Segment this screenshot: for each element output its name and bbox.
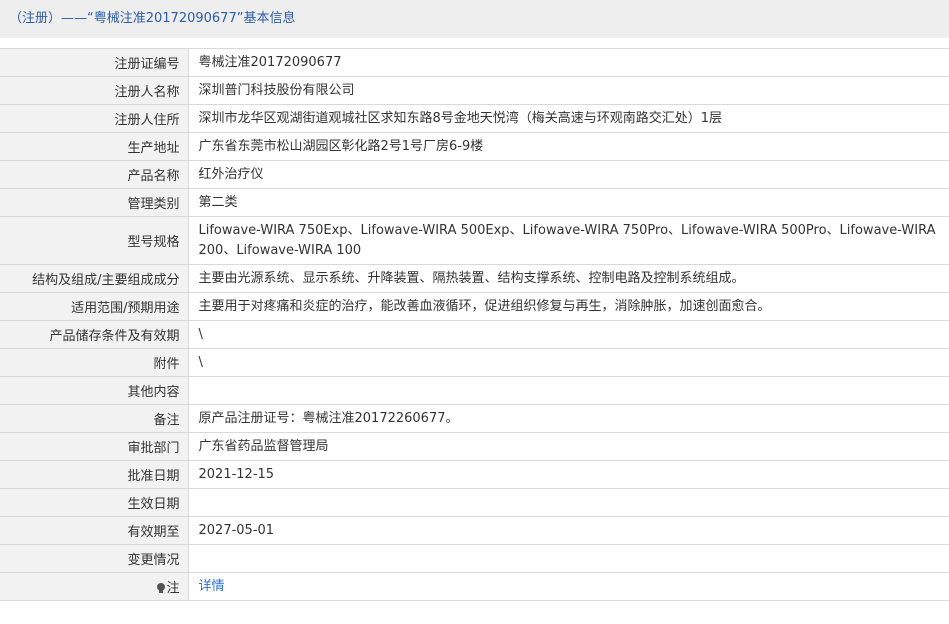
table-row: 适用范围/预期用途 主要用于对疼痛和炎症的治疗，能改善血液循环，促进组织修复与再生…	[0, 292, 949, 321]
row-value: 广东省东莞市松山湖园区彰化路2号1号厂房6-9楼	[188, 132, 949, 161]
row-label: 有效期至	[0, 516, 189, 545]
info-table-container: 注册证编号 粤械注准20172090677 注册人名称 深圳普门科技股份有限公司 注…	[0, 48, 949, 601]
row-label: 适用范围/预期用途	[0, 292, 189, 321]
row-value: 原产品注册证号：粤械注准20172260677。	[188, 404, 949, 433]
table-row: 附件 \	[0, 348, 949, 377]
table-row: 备注 原产品注册证号：粤械注准20172260677。	[0, 404, 949, 433]
row-label: 注册证编号	[0, 48, 189, 77]
row-value: 第二类	[188, 188, 949, 217]
row-label: 生效日期	[0, 488, 189, 517]
row-label: 型号规格	[0, 216, 189, 265]
row-value: Lifowave-WIRA 750Exp、Lifowave-WIRA 500Ex…	[188, 216, 949, 265]
table-row: 结构及组成/主要组成成分 主要由光源系统、显示系统、升降装置、隔热装置、结构支撑系…	[0, 264, 949, 293]
row-label: 管理类别	[0, 188, 189, 217]
row-label: 结构及组成/主要组成成分	[0, 264, 189, 293]
page-title: （注册）——“粤械注准20172090677”基本信息	[0, 0, 949, 38]
row-value: \	[188, 320, 949, 349]
row-label: 附件	[0, 348, 189, 377]
note-label: 注	[166, 581, 180, 596]
table-row: 审批部门 广东省药品监督管理局	[0, 432, 949, 461]
row-value: \	[188, 348, 949, 377]
table-row: 注册人住所 深圳市龙华区观湖街道观城社区求知东路8号金地天悦湾（梅关高速与环观南路…	[0, 104, 949, 133]
table-row-note: 注 详情	[0, 572, 949, 601]
table-row: 变更情况	[0, 544, 949, 573]
table-row: 型号规格 Lifowave-WIRA 750Exp、Lifowave-WIRA 5…	[0, 216, 949, 265]
table-row: 生效日期	[0, 488, 949, 517]
lightbulb-icon	[157, 583, 166, 593]
note-label-cell: 注	[0, 572, 189, 601]
table-row: 产品名称 红外治疗仪	[0, 160, 949, 189]
info-table: 注册证编号 粤械注准20172090677 注册人名称 深圳普门科技股份有限公司 注…	[0, 48, 949, 601]
row-value: 粤械注准20172090677	[188, 48, 949, 77]
table-row: 生产地址 广东省东莞市松山湖园区彰化路2号1号厂房6-9楼	[0, 132, 949, 161]
row-label: 产品储存条件及有效期	[0, 320, 189, 349]
row-label: 备注	[0, 404, 189, 433]
row-label: 变更情况	[0, 544, 189, 573]
details-link[interactable]: 详情	[199, 579, 225, 594]
row-label: 注册人住所	[0, 104, 189, 133]
row-value: 深圳普门科技股份有限公司	[188, 76, 949, 105]
table-row: 注册证编号 粤械注准20172090677	[0, 48, 949, 77]
row-value: 2027-05-01	[188, 516, 949, 545]
row-label: 产品名称	[0, 160, 189, 189]
row-label: 注册人名称	[0, 76, 189, 105]
table-row: 管理类别 第二类	[0, 188, 949, 217]
row-value	[188, 488, 949, 517]
row-label: 生产地址	[0, 132, 189, 161]
row-value: 广东省药品监督管理局	[188, 432, 949, 461]
row-value	[188, 544, 949, 573]
row-value: 主要由光源系统、显示系统、升降装置、隔热装置、结构支撑系统、控制电路及控制系统组…	[188, 264, 949, 293]
row-label: 审批部门	[0, 432, 189, 461]
row-value	[188, 376, 949, 405]
row-label: 批准日期	[0, 460, 189, 489]
table-row: 注册人名称 深圳普门科技股份有限公司	[0, 76, 949, 105]
row-value: 红外治疗仪	[188, 160, 949, 189]
row-value: 2021-12-15	[188, 460, 949, 489]
table-row: 有效期至 2027-05-01	[0, 516, 949, 545]
table-row: 其他内容	[0, 376, 949, 405]
row-label: 其他内容	[0, 376, 189, 405]
table-row: 批准日期 2021-12-15	[0, 460, 949, 489]
note-value-cell: 详情	[188, 572, 949, 601]
row-value: 深圳市龙华区观湖街道观城社区求知东路8号金地天悦湾（梅关高速与环观南路交汇处）1…	[188, 104, 949, 133]
table-row: 产品储存条件及有效期 \	[0, 320, 949, 349]
row-value: 主要用于对疼痛和炎症的治疗，能改善血液循环，促进组织修复与再生，消除肿胀，加速创…	[188, 292, 949, 321]
